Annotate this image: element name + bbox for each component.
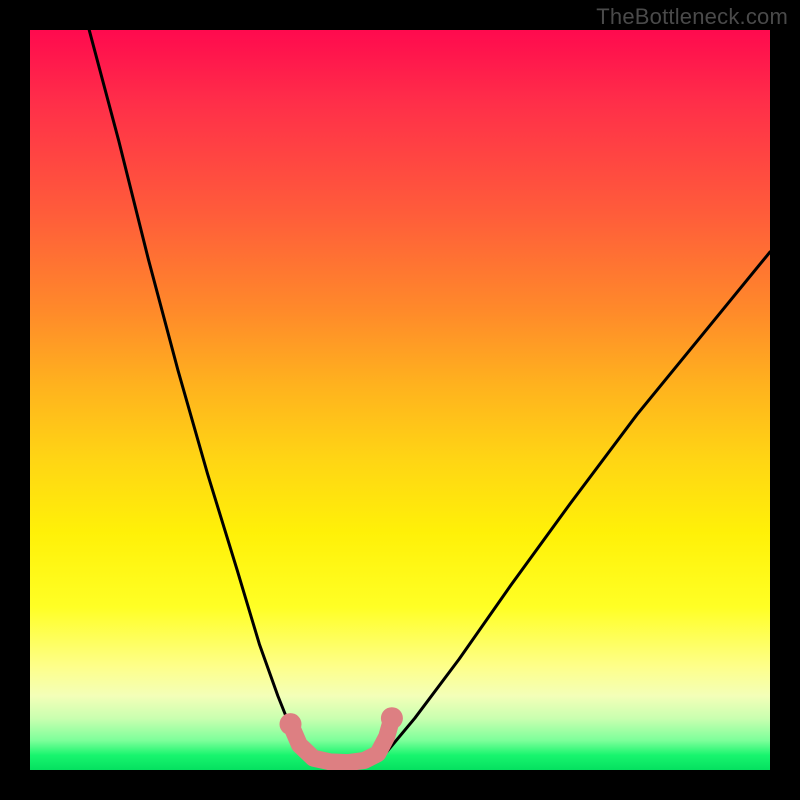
watermark-text: TheBottleneck.com	[596, 4, 788, 30]
highlight-valley-stroke	[291, 718, 392, 762]
plot-area	[30, 30, 770, 770]
curve-path	[89, 30, 770, 763]
highlight-endpoint-right	[381, 707, 403, 729]
highlight-endpoint-left	[280, 713, 302, 735]
chart-frame: TheBottleneck.com	[0, 0, 800, 800]
bottleneck-curve	[30, 30, 770, 770]
